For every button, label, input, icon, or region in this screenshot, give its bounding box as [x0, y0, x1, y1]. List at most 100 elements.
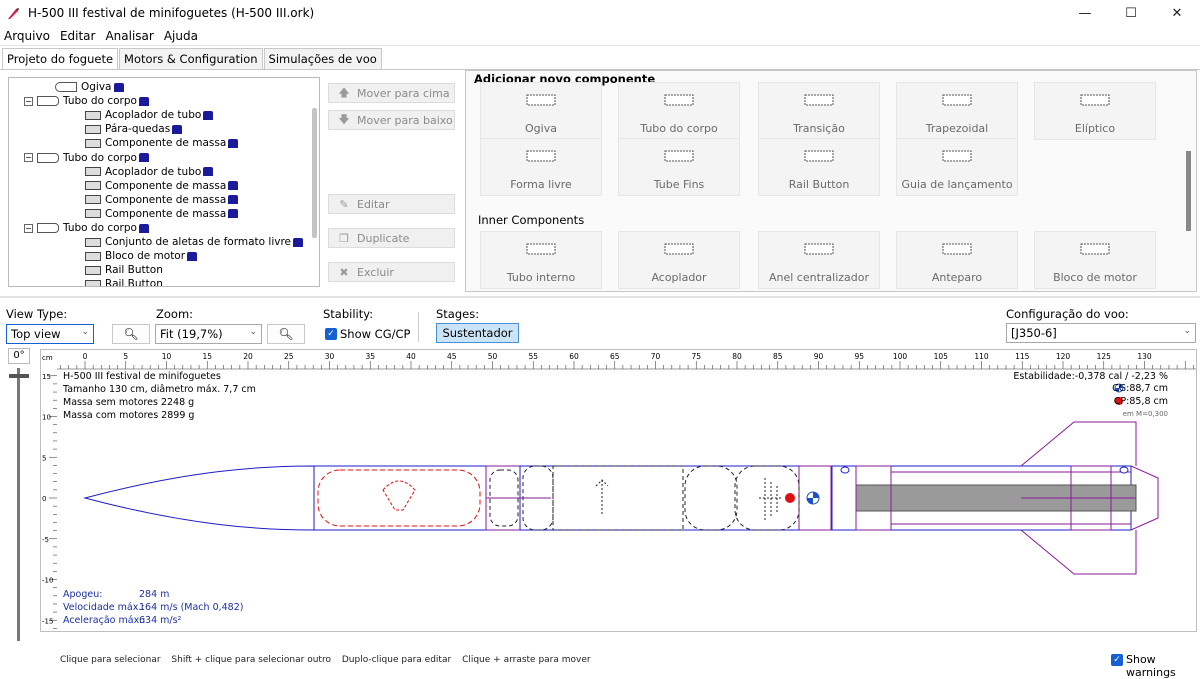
maximize-button[interactable]: ☐ — [1108, 0, 1154, 26]
tree-item[interactable]: Acoplador de tubo — [85, 108, 214, 122]
fin-top[interactable] — [1020, 421, 1137, 467]
tab-motors[interactable]: Motors & Configuration — [119, 48, 263, 69]
split-divider[interactable] — [0, 296, 1200, 298]
bulkhead[interactable] — [831, 465, 857, 531]
add-component-button[interactable]: Rail Button — [758, 138, 880, 196]
add-component-button[interactable]: Elíptico — [1034, 82, 1156, 140]
view-type-select[interactable]: Top view ⌄ — [6, 324, 94, 344]
add-component-button[interactable]: Trapezoidal — [896, 82, 1018, 140]
zoom-out-button[interactable]: 🔍︎ — [112, 324, 150, 344]
add-component-button[interactable]: Forma livre — [480, 138, 602, 196]
ruler-y-label: -5 — [42, 536, 49, 544]
hint-shift-select: Shift + clique para selecionar outro — [171, 655, 331, 665]
rocket-drawing[interactable] — [83, 421, 1159, 575]
component-icon — [85, 195, 101, 205]
chevron-down-icon: ⌄ — [1183, 326, 1191, 336]
component-icon — [526, 94, 556, 106]
tree-item[interactable]: Ogiva — [55, 80, 124, 94]
component-icon — [85, 265, 101, 275]
tree-item[interactable]: Componente de massa — [85, 207, 239, 221]
zoom-in-button[interactable]: 🔍︎ — [267, 324, 305, 344]
add-component-button[interactable]: Acoplador — [618, 231, 740, 289]
collapse-toggle-icon[interactable]: − — [24, 223, 33, 233]
add-component-button[interactable]: Tubo do corpo — [618, 82, 740, 140]
move-down-button[interactable]: 🡇 Mover para baixo — [328, 110, 455, 130]
cp-readout: CP:85,8 cm — [1113, 396, 1168, 407]
add-component-button[interactable]: Guia de lançamento — [896, 138, 1018, 196]
body-tube-1[interactable] — [313, 465, 487, 531]
tree-item[interactable]: Conjunto de aletas de formato livre — [85, 235, 304, 249]
tree-item[interactable]: Componente de massa — [85, 179, 239, 193]
component-icon — [804, 94, 834, 106]
tree-item[interactable]: − Tubo do corpo — [24, 221, 149, 235]
menu-ajuda[interactable]: Ajuda — [164, 29, 198, 43]
tree-item[interactable]: − Tubo do corpo — [24, 151, 149, 165]
rail-button-1[interactable] — [840, 466, 850, 474]
tree-item[interactable]: − Tubo do corpo — [24, 94, 149, 108]
add-component-button[interactable]: Tube Fins — [618, 138, 740, 196]
add-component-button[interactable]: Bloco de motor — [1034, 231, 1156, 289]
collapse-toggle-icon[interactable]: − — [24, 96, 33, 106]
add-panel-scrollbar[interactable] — [1186, 151, 1191, 231]
component-icon — [85, 237, 101, 247]
edit-icon: ✎ — [339, 197, 349, 211]
duplicate-button[interactable]: ❐ Duplicate — [328, 228, 455, 248]
tree-item[interactable]: Rail Button — [85, 277, 163, 286]
fin-bottom[interactable] — [1020, 529, 1137, 575]
tree-item-label: Pára-quedas — [105, 123, 171, 136]
nose-cone-outline[interactable] — [83, 465, 315, 531]
menu-arquivo[interactable]: Arquivo — [4, 29, 50, 43]
rocket-size: Tamanho 130 cm, diâmetro máx. 7,7 cm — [63, 384, 256, 395]
component-icon — [664, 150, 694, 162]
body-tube-icon — [37, 223, 59, 233]
material-icon — [203, 110, 214, 120]
add-component-button[interactable]: Anel centralizador — [758, 231, 880, 289]
hint-double-click: Duplo-clique para editar — [341, 655, 452, 665]
title-bar: H-500 III festival de minifoguetes (H-50… — [0, 0, 1200, 26]
minimize-button[interactable]: — — [1062, 0, 1108, 26]
tab-simulations[interactable]: Simulações de voo — [263, 48, 382, 69]
tree-item-label: Tubo do corpo — [63, 222, 137, 234]
controls-separator — [418, 312, 419, 342]
delete-button[interactable]: ✖ Excluir — [328, 262, 455, 282]
rotation-slider[interactable] — [8, 368, 30, 641]
tree-item[interactable]: Componente de massa — [85, 136, 239, 150]
add-component-button[interactable]: Anteparo — [896, 231, 1018, 289]
add-component-label: Tubo interno — [506, 271, 576, 284]
component-tree[interactable]: Ogiva − Tubo do corpo Acoplador de tubo Pára… — [8, 77, 320, 287]
add-component-button[interactable]: Tubo interno — [480, 231, 602, 289]
parachute-outline[interactable] — [317, 469, 481, 527]
tree-scrollbar[interactable] — [312, 108, 317, 238]
tree-item[interactable]: Componente de massa — [85, 193, 239, 207]
component-icon — [1080, 94, 1110, 106]
zoom-label: Zoom: — [156, 307, 194, 321]
menu-editar[interactable]: Editar — [60, 29, 96, 43]
edit-button[interactable]: ✎ Editar — [328, 194, 455, 214]
flight-config-select[interactable]: [J350-6] ⌄ — [1006, 323, 1196, 343]
move-up-button[interactable]: 🡅 Mover para cima — [328, 83, 455, 103]
rocket-app-icon — [8, 8, 19, 19]
rocket-figure-canvas[interactable]: 0 5 10 15 20 25 30 35 40 45 50 55 60 65 70 75 80 85 90 95 10… — [40, 349, 1197, 632]
cp-marker — [785, 493, 795, 503]
tree-item[interactable]: Rail Button — [85, 263, 163, 277]
view-type-label: View Type: — [6, 307, 68, 321]
tab-rocket-design[interactable]: Projeto do foguete — [2, 48, 119, 69]
add-component-button[interactable]: Ogiva — [480, 82, 602, 140]
menu-analisar[interactable]: Analisar — [105, 29, 153, 43]
tree-item[interactable]: Pára-quedas — [85, 122, 183, 136]
collapse-toggle-icon[interactable]: − — [24, 153, 33, 162]
stability-readout: Estabilidade:-0,378 cal / -2,23 % — [1013, 371, 1168, 382]
show-cgcp-checkbox[interactable]: ✓ — [325, 328, 337, 340]
ruler-x-label: 85 — [773, 352, 783, 361]
rail-button-2[interactable] — [1119, 466, 1129, 474]
close-button[interactable]: ✕ — [1154, 0, 1200, 26]
zoom-select[interactable]: Fit (19,7%) ⌄ — [155, 324, 262, 344]
add-component-button[interactable]: Transição — [758, 82, 880, 140]
main-tabs: Projeto do foguete Motors & Configuratio… — [0, 48, 1200, 70]
ruler-x-label: 110 — [974, 352, 989, 361]
ruler-x-label: 5 — [123, 352, 128, 361]
stage-sustentador-button[interactable]: Sustentador — [436, 323, 519, 343]
tree-item[interactable]: Bloco de motor — [85, 249, 198, 263]
tree-item[interactable]: Acoplador de tubo — [85, 165, 214, 179]
show-warnings-checkbox[interactable]: ✓ — [1111, 654, 1123, 666]
